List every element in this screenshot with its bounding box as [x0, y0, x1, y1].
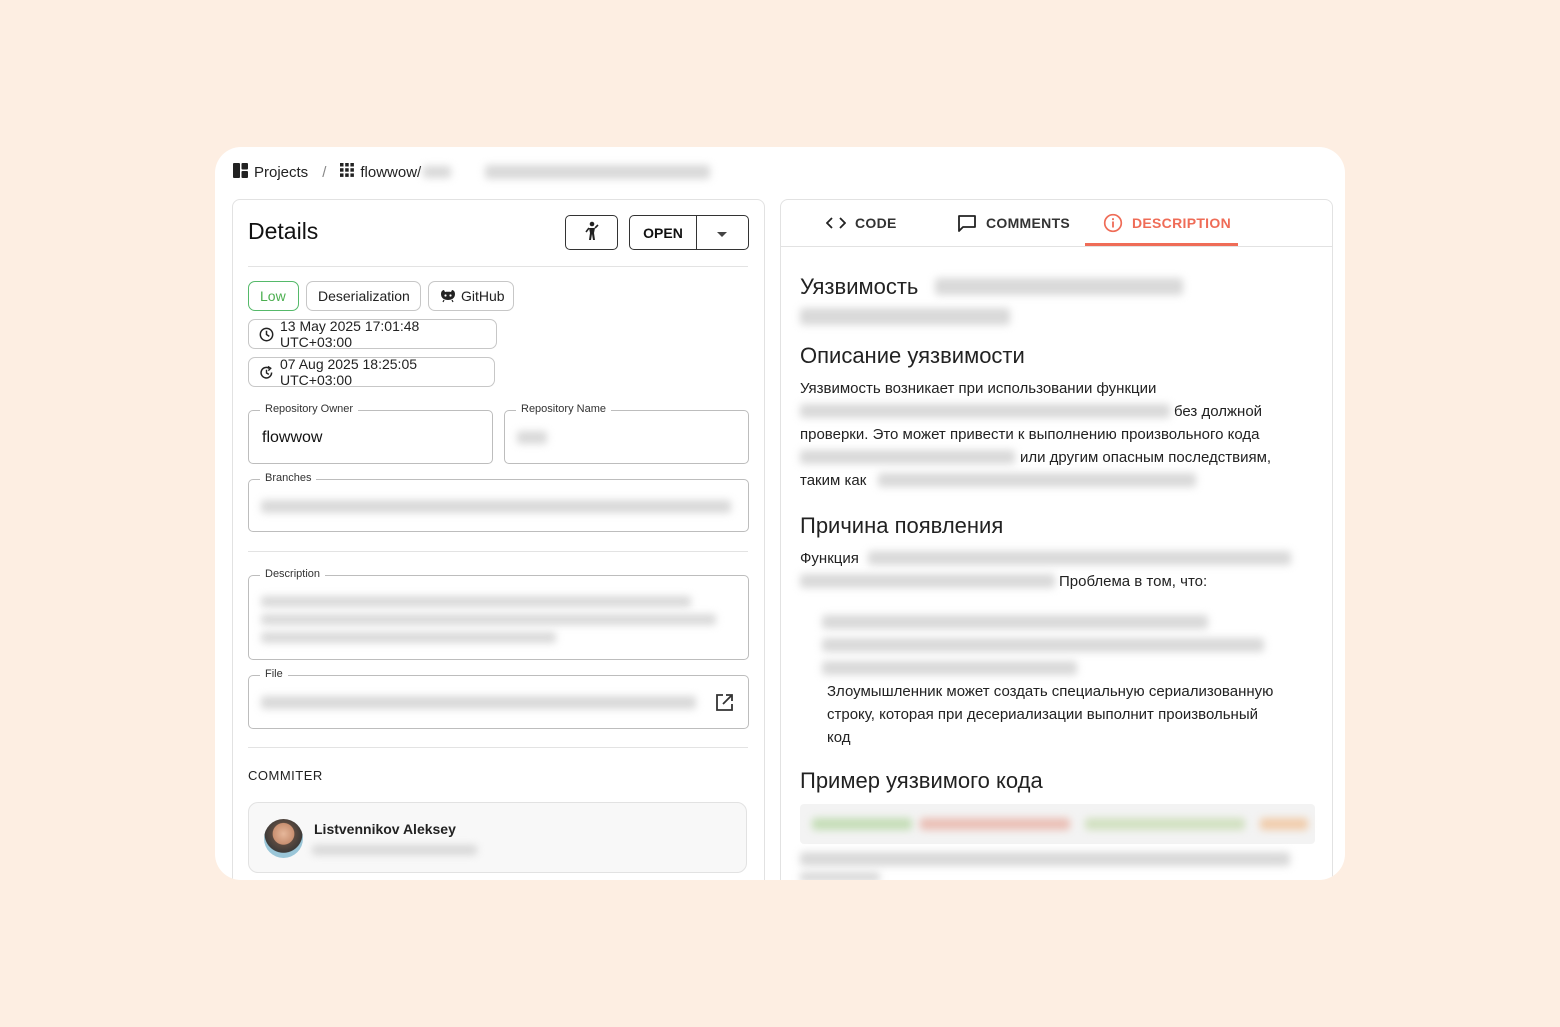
description-text-line: таким как [800, 472, 867, 489]
description-text-line: проверки. Это может привести к выполнени… [800, 426, 1260, 443]
redacted-text [800, 404, 1170, 418]
details-title: Details [248, 218, 319, 244]
created-date: 13 May 2025 17:01:48 UTC+03:00 [280, 318, 420, 350]
redacted-text [261, 696, 696, 709]
comment-icon [957, 214, 977, 233]
redacted-text [935, 278, 1183, 295]
redacted-text [423, 166, 452, 178]
status-split-button: OPEN [629, 215, 749, 250]
open-in-new-icon[interactable] [715, 693, 734, 717]
redacted-text [822, 615, 1208, 629]
updated-date-chip: 07 Aug 2025 18:25:05 UTC+03:00 [248, 356, 495, 388]
tab-description[interactable]: DESCRIPTION [1103, 200, 1231, 246]
file-field[interactable]: File [248, 668, 749, 729]
repository-name-field[interactable]: Repository Name [504, 403, 749, 464]
redacted-text [517, 431, 547, 444]
cause-text-line: Функция [800, 550, 859, 567]
redacted-text [261, 614, 716, 625]
cause-bullet-line: строку, которая при десериализации выпол… [827, 706, 1258, 723]
assign-button[interactable] [565, 215, 618, 250]
cause-bullet-line: код [827, 729, 851, 746]
description-label: Description [260, 568, 326, 580]
repository-name-label: Repository Name [516, 403, 611, 415]
tab-code[interactable]: CODE [826, 200, 897, 246]
details-panel: Details OPEN Low Deserialization GitHub [232, 199, 765, 880]
redacted-text [261, 632, 556, 643]
redacted-code [812, 818, 912, 830]
redacted-text [800, 852, 1290, 866]
description-text-line: Уязвимость возникает при использовании ф… [800, 380, 1157, 397]
vulnerability-description-heading: Описание уязвимости [800, 343, 1025, 368]
code-block [800, 804, 1315, 844]
redacted-text [261, 500, 731, 513]
redacted-text [800, 450, 1015, 464]
file-label: File [260, 668, 288, 680]
redacted-text [822, 638, 1264, 652]
description-text-line: без должной [1174, 403, 1263, 420]
cause-text-line: Проблема в том, что: [1059, 573, 1208, 590]
redacted-code [1085, 818, 1245, 830]
redacted-text [485, 165, 711, 179]
source-chip: GitHub [428, 281, 514, 311]
tab-description-label: DESCRIPTION [1132, 215, 1231, 231]
description-text-line: или другим опасным последствиям, [1020, 449, 1272, 466]
tab-comments-label: COMMENTS [986, 215, 1071, 231]
redacted-text [800, 872, 880, 880]
person-icon [583, 221, 601, 244]
created-date-chip: 13 May 2025 17:01:48 UTC+03:00 [248, 318, 497, 350]
dashboard-icon [233, 162, 248, 182]
vulnerable-code-example-heading: Пример уязвимого кода [800, 768, 1043, 793]
description-field[interactable]: Description [248, 568, 749, 660]
redacted-text [800, 574, 1055, 588]
divider [248, 747, 748, 748]
divider [248, 266, 748, 267]
category-chip: Deserialization [306, 281, 421, 311]
redacted-code [920, 818, 1070, 830]
branches-field[interactable]: Branches [248, 472, 749, 532]
redacted-text [261, 596, 691, 607]
tab-code-label: CODE [855, 215, 897, 231]
source-chip-label: GitHub [461, 288, 505, 304]
repository-owner-value: flowwow [262, 429, 323, 446]
vulnerability-heading: Уязвимость [800, 274, 919, 299]
description-view: CODE COMMENTS DESCRIPTION Уязвимость Опи… [780, 199, 1333, 880]
active-tab-indicator [1085, 243, 1238, 246]
grid-icon [340, 163, 355, 181]
cause-heading: Причина появления [800, 513, 1004, 538]
status-button[interactable]: OPEN [630, 216, 697, 249]
tab-bar: CODE COMMENTS DESCRIPTION [781, 200, 1332, 247]
redacted-text [312, 845, 477, 855]
commiter-section-label: COMMITER [248, 768, 323, 783]
breadcrumb-projects-link[interactable]: Projects [254, 164, 308, 181]
clock-icon [259, 327, 274, 342]
tab-comments[interactable]: COMMENTS [957, 200, 1070, 246]
info-icon [1103, 213, 1123, 233]
breadcrumb-repo-link[interactable]: flowwow/ [360, 164, 421, 181]
commiter-name: Listvennikov Aleksey [314, 821, 456, 837]
divider [248, 551, 748, 552]
caret-down-icon [717, 225, 727, 241]
repository-owner-field[interactable]: Repository Owner flowwow [248, 403, 493, 464]
commiter-card[interactable]: Listvennikov Aleksey [248, 802, 747, 873]
breadcrumb-separator: / [322, 163, 327, 181]
redacted-text [800, 308, 1010, 325]
breadcrumb: Projects / flowwow/ [233, 161, 711, 183]
redacted-text [822, 661, 1077, 675]
branches-label: Branches [260, 472, 317, 484]
github-icon [440, 289, 456, 303]
repository-owner-label: Repository Owner [260, 403, 359, 415]
main-card: Projects / flowwow/ Details OPEN Low Des… [215, 147, 1345, 880]
status-dropdown-button[interactable] [696, 216, 748, 249]
cause-bullet-line: Злоумышленник может создать специальную … [827, 683, 1274, 700]
avatar [264, 819, 303, 858]
redacted-text [868, 551, 1291, 565]
code-icon [826, 216, 846, 230]
redacted-text [878, 473, 1196, 487]
severity-chip: Low [248, 281, 299, 311]
updated-date: 07 Aug 2025 18:25:05 UTC+03:00 [280, 356, 418, 388]
redacted-code [1260, 818, 1308, 830]
history-icon [259, 365, 274, 380]
